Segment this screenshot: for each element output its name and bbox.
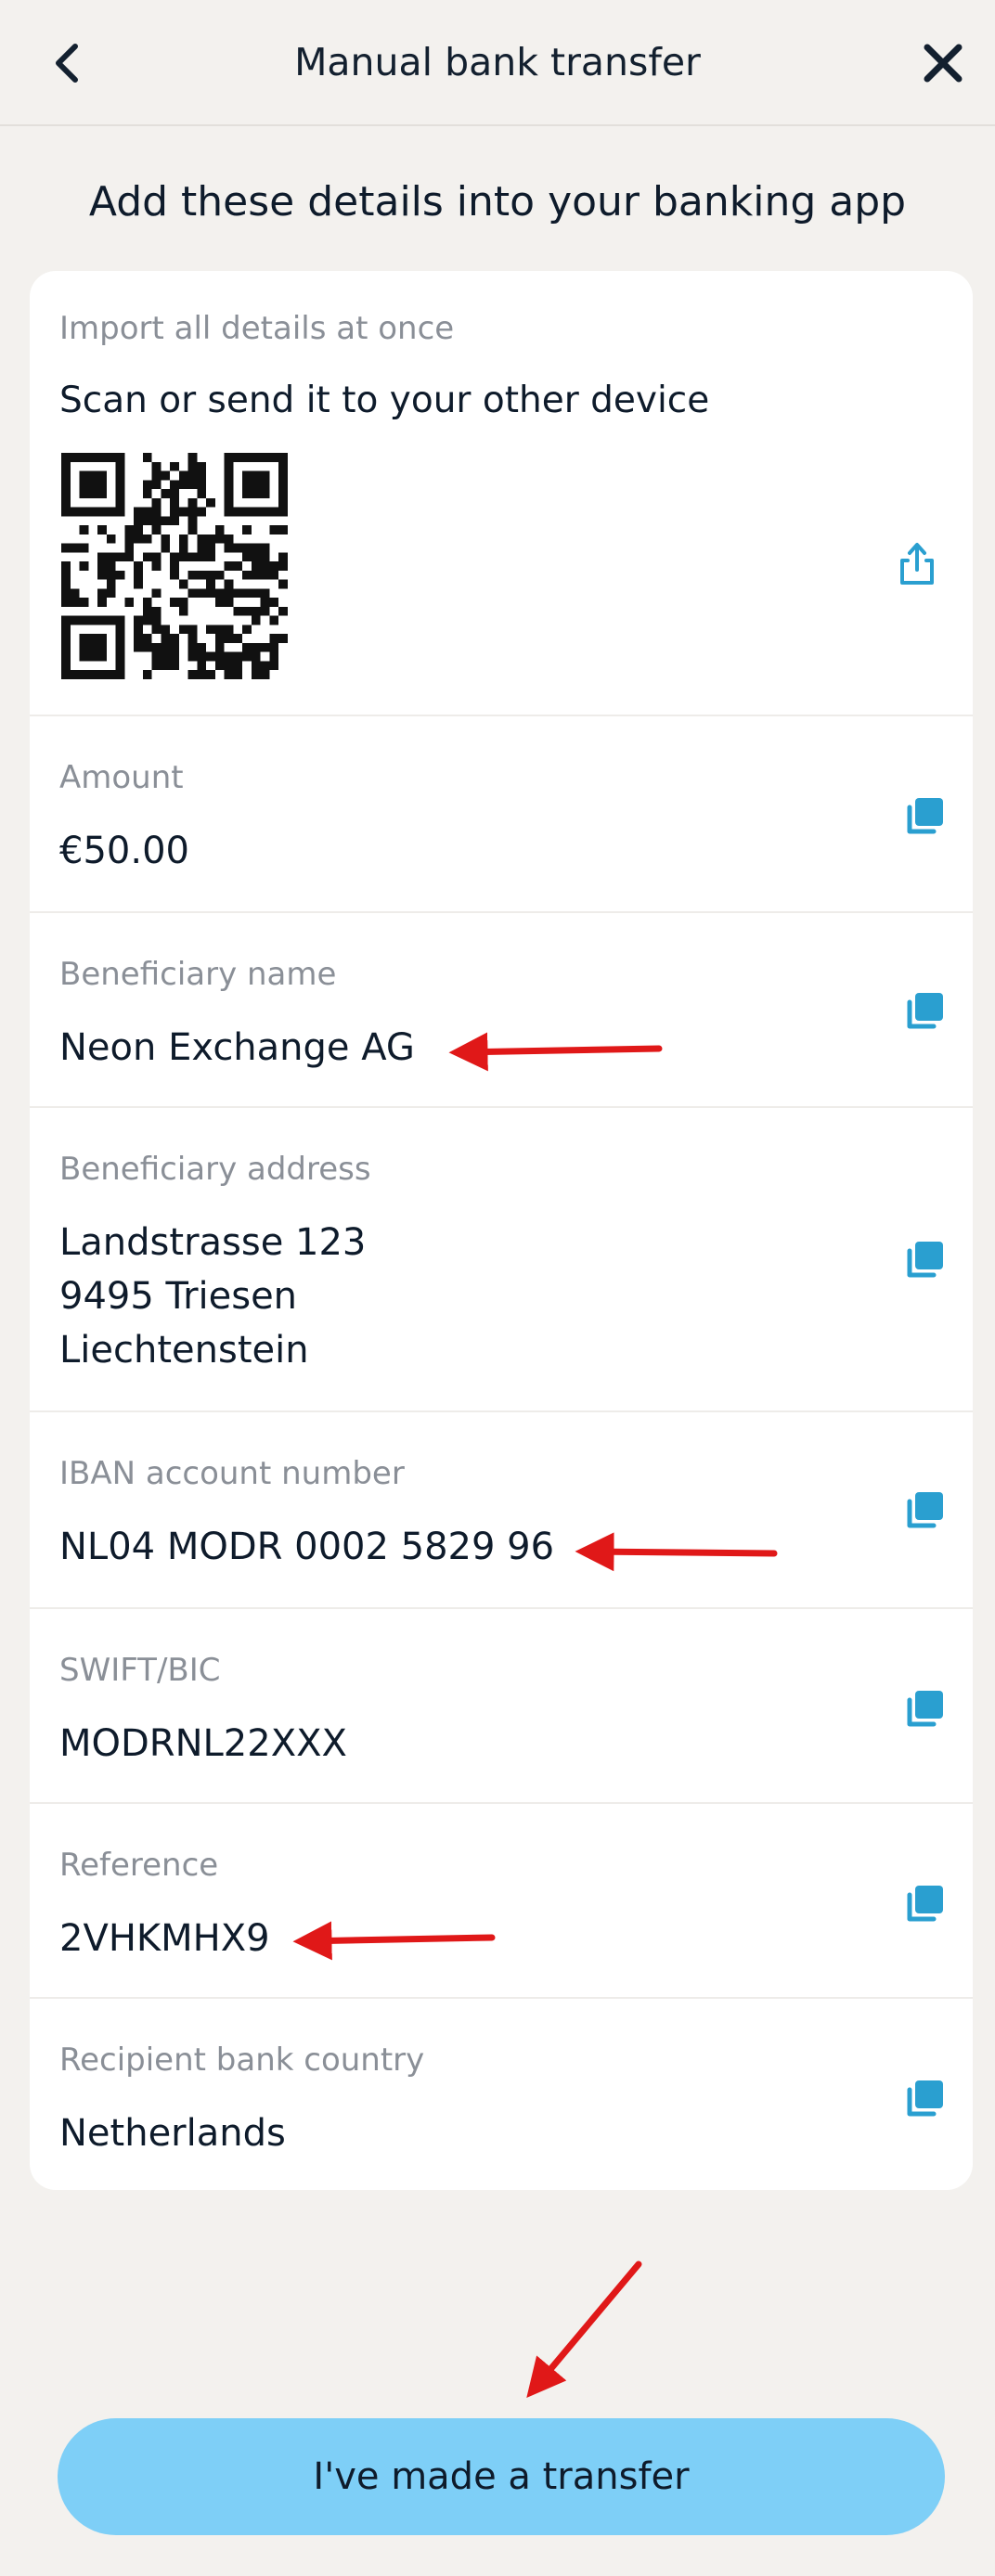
copy-icon xyxy=(907,798,943,834)
copy-reference-button[interactable] xyxy=(898,1878,950,1930)
field-label: IBAN account number xyxy=(59,1455,405,1492)
field-label: Recipient bank country xyxy=(59,2041,425,2079)
field-value: NL04 MODR 0002 5829 96 xyxy=(59,1526,555,1568)
field-value: 2VHKMHX9 xyxy=(59,1917,270,1960)
copy-icon xyxy=(907,1691,943,1727)
field-label: Beneficiary name xyxy=(59,956,337,993)
copy-beneficiary-address-button[interactable] xyxy=(898,1234,950,1286)
copy-icon xyxy=(907,2080,943,2117)
page-heading: Add these details into your banking app xyxy=(88,178,907,225)
field-beneficiary-address: Beneficiary address Landstrasse 123 9495… xyxy=(30,1108,973,1412)
field-reference: Reference 2VHKMHX9 xyxy=(30,1804,973,1999)
qr-instruction: Scan or send it to your other device xyxy=(59,380,710,421)
copy-beneficiary-name-button[interactable] xyxy=(898,985,950,1037)
field-value: Neon Exchange AG xyxy=(59,1026,415,1069)
copy-icon xyxy=(907,1492,943,1528)
annotation-arrow-button xyxy=(526,2260,642,2399)
qr-code xyxy=(61,453,288,679)
qr-caption: Import all details at once xyxy=(59,310,455,347)
field-value: €50.00 xyxy=(59,830,189,872)
field-beneficiary-name: Beneficiary name Neon Exchange AG xyxy=(30,913,973,1108)
qr-import-section: Import all details at once Scan or send … xyxy=(30,271,973,716)
made-transfer-button[interactable]: I've made a transfer xyxy=(58,2418,945,2535)
copy-amount-button[interactable] xyxy=(898,791,950,843)
field-recipient-bank-country: Recipient bank country Netherlands xyxy=(30,1999,973,2190)
copy-icon xyxy=(907,993,943,1029)
transfer-details-card: Import all details at once Scan or send … xyxy=(30,271,973,2190)
field-amount: Amount €50.00 xyxy=(30,716,973,913)
share-icon xyxy=(900,543,934,585)
copy-swift-bic-button[interactable] xyxy=(898,1683,950,1735)
copy-icon xyxy=(907,1886,943,1922)
field-value: Netherlands xyxy=(59,2112,286,2155)
share-button[interactable] xyxy=(891,538,943,590)
field-value: MODRNL22XXX xyxy=(59,1722,347,1765)
close-icon xyxy=(924,44,963,83)
top-bar: Manual bank transfer xyxy=(0,0,995,126)
field-swift-bic: SWIFT/BIC MODRNL22XXX xyxy=(30,1609,973,1804)
field-label: Amount xyxy=(59,759,184,796)
field-value: Landstrasse 123 9495 Triesen Liechtenste… xyxy=(59,1221,367,1372)
copy-recipient-bank-country-button[interactable] xyxy=(898,2073,950,2125)
field-label: Beneficiary address xyxy=(59,1151,371,1188)
field-iban: IBAN account number NL04 MODR 0002 5829 … xyxy=(30,1412,973,1609)
window-title: Manual bank transfer xyxy=(294,40,701,84)
copy-icon xyxy=(907,1242,943,1278)
copy-iban-button[interactable] xyxy=(898,1485,950,1537)
field-label: SWIFT/BIC xyxy=(59,1652,221,1689)
field-label: Reference xyxy=(59,1847,219,1884)
close-button[interactable] xyxy=(910,30,976,97)
